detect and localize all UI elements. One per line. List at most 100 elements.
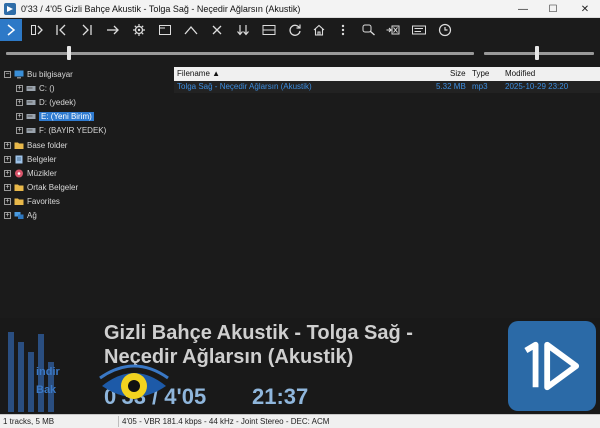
expand-icon[interactable]: + xyxy=(4,197,11,205)
more-button[interactable] xyxy=(332,19,354,41)
column-header-modified[interactable]: Modified xyxy=(505,69,535,78)
tree-item-shared-documents[interactable]: + Ortak Belgeler xyxy=(4,180,78,194)
volume-track[interactable] xyxy=(484,52,594,55)
x-button[interactable] xyxy=(206,19,228,41)
expand-icon[interactable]: + xyxy=(4,183,11,191)
cell-modified: 2025-10-29 23:20 xyxy=(505,82,569,91)
search-icon xyxy=(362,24,375,36)
app-icon xyxy=(4,2,16,15)
window-icon xyxy=(159,25,171,35)
refresh-button[interactable] xyxy=(284,19,306,41)
eye-logo-icon xyxy=(99,364,169,399)
column-header-type[interactable]: Type xyxy=(472,69,489,78)
cell-size: 5.32 MB xyxy=(436,82,466,91)
file-list: Filename ▲ Size Type Modified Tolga Sağ … xyxy=(174,64,600,318)
play-pause-button[interactable] xyxy=(26,19,48,41)
sort-down-icon xyxy=(237,25,249,36)
toolbar xyxy=(0,19,600,41)
drive-icon xyxy=(26,113,36,119)
app-logo-icon xyxy=(508,321,596,411)
settings-button[interactable] xyxy=(128,19,150,41)
expand-icon[interactable]: + xyxy=(16,84,23,92)
expand-icon[interactable]: + xyxy=(16,112,23,120)
computer-icon xyxy=(14,70,24,78)
home-icon xyxy=(313,24,325,36)
documents-icon xyxy=(15,155,23,163)
tree-item-favorites[interactable]: + Favorites xyxy=(4,194,60,208)
keyboard-icon xyxy=(412,25,426,35)
window-button[interactable] xyxy=(154,19,176,41)
status-audio-info: 4'05 - VBR 181.4 kbps - 44 kHz - Joint S… xyxy=(122,417,330,426)
tree-item-computer[interactable]: − Bu bilgisayar xyxy=(4,67,73,81)
sort-ascending-icon: ▲ xyxy=(212,69,221,78)
status-bar: 1 tracks, 5 MB 4'05 - VBR 181.4 kbps - 4… xyxy=(0,414,600,428)
tree-item-label: Base folder xyxy=(27,140,68,150)
minimize-button[interactable]: — xyxy=(508,0,538,18)
sort-down-button[interactable] xyxy=(232,19,254,41)
expand-icon[interactable]: + xyxy=(16,126,23,134)
tree-item-drive-e[interactable]: + E: (Yeni Birim) xyxy=(16,109,94,123)
clock-button[interactable] xyxy=(434,19,456,41)
tree-item-network[interactable]: + Ağ xyxy=(4,208,37,222)
volume-slider[interactable] xyxy=(534,46,539,60)
prev-button[interactable] xyxy=(50,19,72,41)
tree-item-label: C: () xyxy=(39,83,55,93)
tree-item-music[interactable]: + Müzikler xyxy=(4,166,57,180)
collapse-icon[interactable]: − xyxy=(4,70,11,78)
header-label: Filename xyxy=(177,69,210,78)
drive-icon xyxy=(26,85,36,91)
watermark-text: indir xyxy=(36,366,60,378)
window-title: 0'33 / 4'05 Gizli Bahçe Akustik - Tolga … xyxy=(21,3,301,14)
seek-track[interactable] xyxy=(6,52,474,55)
cell-filename: Tolga Sağ - Neçedir Ağlarsın (Akustik) xyxy=(177,82,312,91)
seek-slider[interactable] xyxy=(67,46,72,60)
expand-icon[interactable]: + xyxy=(4,211,11,219)
refresh-icon xyxy=(289,24,301,36)
play-button[interactable] xyxy=(0,19,22,41)
tree-item-label: Ortak Belgeler xyxy=(27,182,79,192)
folder-tree: − Bu bilgisayar + C: () + D: (yedek) + E… xyxy=(0,64,172,318)
home-button[interactable] xyxy=(308,19,330,41)
expand-icon[interactable]: + xyxy=(4,169,11,177)
tree-item-documents[interactable]: + Belgeler xyxy=(4,152,56,166)
maximize-button[interactable]: ☐ xyxy=(538,0,568,18)
column-header-size[interactable]: Size xyxy=(450,69,466,78)
tree-item-drive-c[interactable]: + C: () xyxy=(16,81,55,95)
duration-text: 4'05 xyxy=(164,384,207,409)
panel-button[interactable] xyxy=(258,19,280,41)
list-header: Filename ▲ Size Type Modified xyxy=(174,67,600,81)
settings-icon xyxy=(133,24,145,36)
clock-time: 21:37 xyxy=(252,384,309,409)
table-row[interactable]: Tolga Sağ - Neçedir Ağlarsın (Akustik) 5… xyxy=(174,81,600,93)
tree-item-label: Belgeler xyxy=(27,154,57,164)
tree-item-drive-f[interactable]: + F: (BAYIR YEDEK) xyxy=(16,123,106,137)
next-button[interactable] xyxy=(76,19,98,41)
expand-icon[interactable]: + xyxy=(16,98,23,106)
search-button[interactable] xyxy=(358,19,380,41)
tree-item-base-folder[interactable]: + Base folder xyxy=(4,138,67,152)
expand-icon[interactable]: + xyxy=(4,141,11,149)
tree-item-label: F: (BAYIR YEDEK) xyxy=(39,125,107,135)
title-bar: 0'33 / 4'05 Gizli Bahçe Akustik - Tolga … xyxy=(0,0,600,18)
open-arrow-button[interactable] xyxy=(102,19,124,41)
tree-item-label: D: (yedek) xyxy=(39,97,76,107)
delete-button[interactable] xyxy=(382,19,404,41)
delete-icon xyxy=(386,25,400,35)
x-icon xyxy=(212,25,222,35)
expand-icon[interactable]: + xyxy=(4,155,11,163)
status-track-count: 1 tracks, 5 MB xyxy=(3,417,55,426)
music-icon xyxy=(15,169,23,177)
folder-icon xyxy=(14,142,24,149)
next-icon xyxy=(82,24,92,36)
tree-item-label: Müzikler xyxy=(27,168,57,178)
play-logo-icon xyxy=(524,341,580,391)
tree-item-drive-d[interactable]: + D: (yedek) xyxy=(16,95,76,109)
up-button[interactable] xyxy=(180,19,202,41)
status-divider xyxy=(118,416,119,427)
keyboard-button[interactable] xyxy=(408,19,430,41)
column-header-filename[interactable]: Filename ▲ xyxy=(177,69,220,78)
open-arrow-icon xyxy=(107,25,119,35)
clock-icon xyxy=(438,23,452,37)
app-window: 0'33 / 4'05 Gizli Bahçe Akustik - Tolga … xyxy=(0,0,600,428)
close-button[interactable]: ✕ xyxy=(570,0,600,18)
